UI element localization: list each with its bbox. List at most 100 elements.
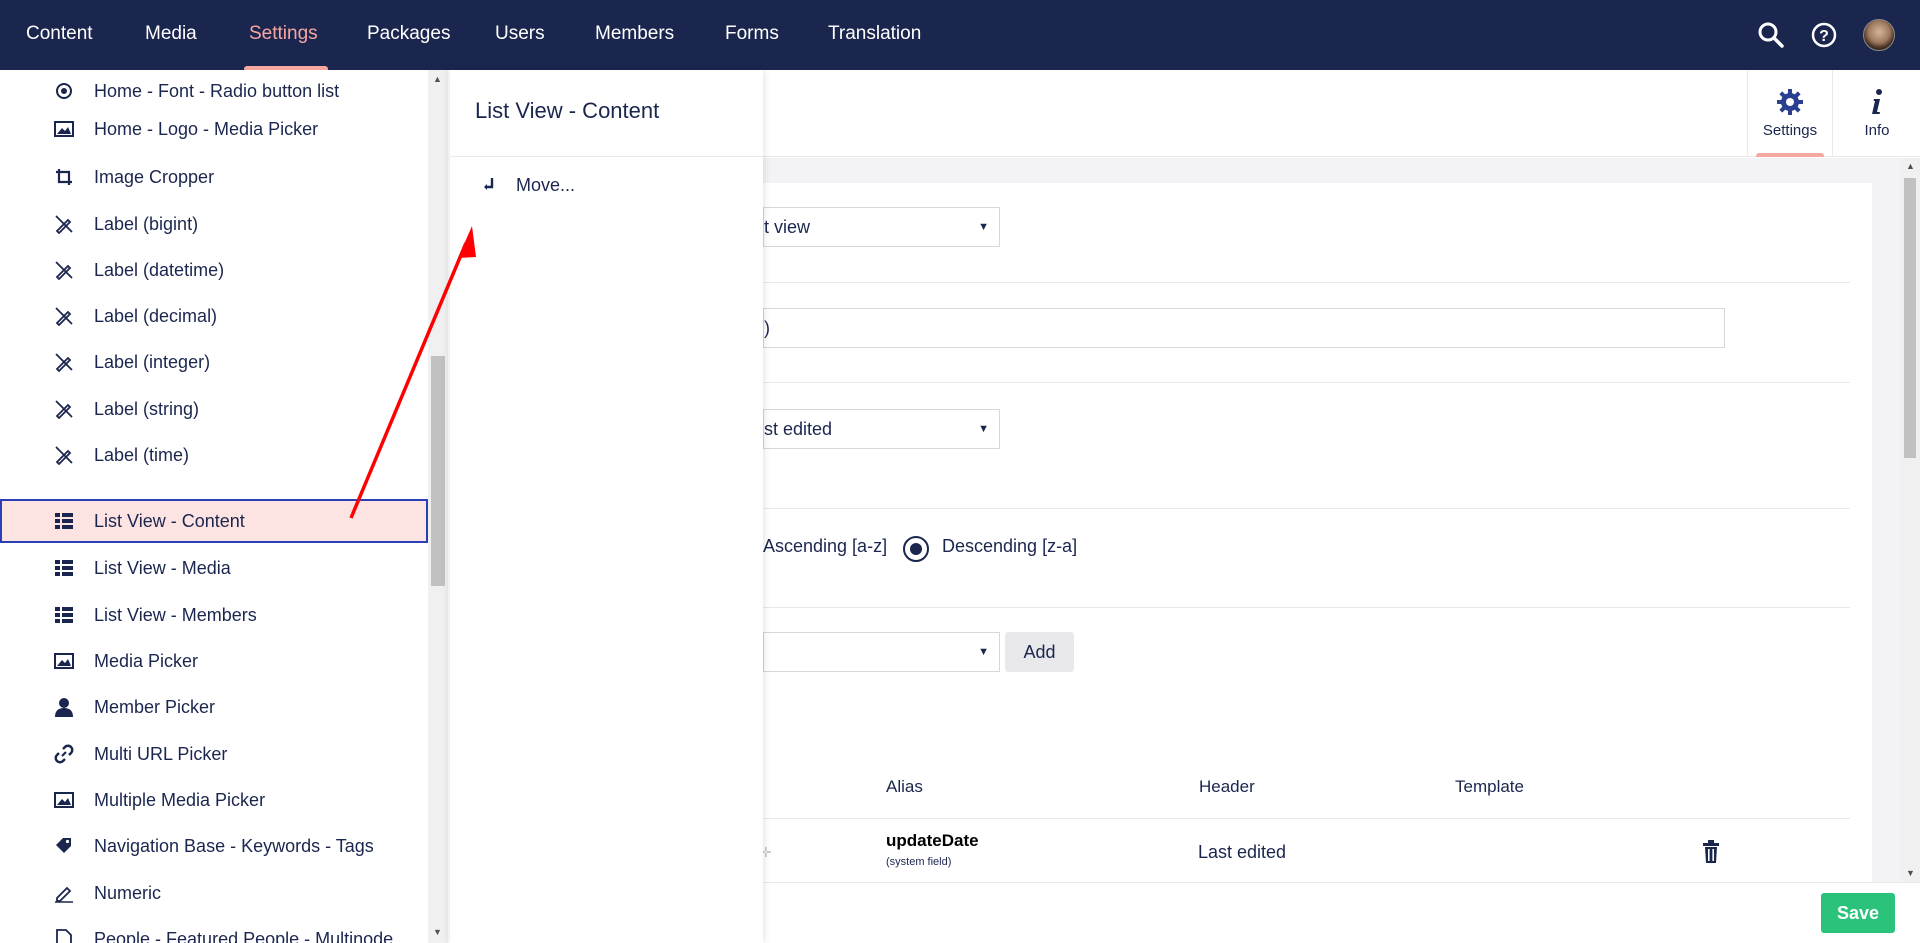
tab-info-label: Info — [1864, 122, 1890, 139]
help-icon[interactable]: ? — [1809, 20, 1839, 50]
list-icon — [53, 510, 75, 532]
radio-selected-dot — [910, 543, 922, 555]
tree-item[interactable]: Label (decimal) — [0, 295, 428, 337]
order-by-select[interactable]: st edited ▼ — [763, 409, 1000, 449]
tree-item[interactable]: List View - Media — [0, 547, 428, 589]
tree-item-label: Label (string) — [94, 398, 200, 419]
row-header-field[interactable]: Last edited — [1198, 832, 1428, 872]
pencil-icon — [53, 882, 75, 904]
editor-footer — [763, 882, 1920, 943]
add-button[interactable]: Add — [1005, 632, 1074, 672]
editor-scrollbar[interactable]: ▲ ▼ — [1900, 158, 1920, 882]
save-button[interactable]: Save — [1821, 893, 1895, 933]
layout-select[interactable]: t view ▼ — [763, 207, 1000, 247]
editor-panel — [763, 183, 1872, 882]
column-header-template: Template — [1455, 777, 1524, 796]
tree-item[interactable]: Label (datetime) — [0, 249, 428, 291]
tree-item[interactable]: List View - Members — [0, 594, 428, 636]
list-icon — [53, 557, 75, 579]
tree-item-label: People - Featured People - Multinode — [94, 928, 394, 943]
row-alias-note: (system field) — [886, 856, 952, 868]
tree-item-label: Image Cropper — [94, 166, 215, 187]
search-icon[interactable] — [1756, 20, 1786, 50]
divider — [763, 508, 1850, 509]
pencil-off-icon — [53, 259, 75, 281]
pencil-off-icon — [53, 398, 75, 420]
scroll-down-icon[interactable]: ▼ — [1906, 868, 1915, 878]
tree-item-label: Media Picker — [94, 650, 199, 671]
table-divider — [763, 818, 1850, 819]
tree-item[interactable]: Label (integer) — [0, 341, 428, 383]
nav-media[interactable]: Media — [145, 0, 197, 70]
nav-packages[interactable]: Packages — [367, 0, 450, 70]
tree-item[interactable]: People - Featured People - Multinode — [0, 918, 428, 943]
tree-item[interactable]: Label (string) — [0, 388, 428, 430]
tab-settings-label: Settings — [1762, 122, 1818, 139]
gear-icon — [1776, 88, 1804, 121]
settings-tree: Home - Font - Radio button list Home - L… — [0, 70, 430, 943]
tree-item-label: List View - Members — [94, 604, 257, 625]
descending-label[interactable]: Descending [z-a] — [942, 536, 1077, 557]
chevron-down-icon: ▼ — [978, 423, 989, 435]
nav-settings[interactable]: Settings — [249, 0, 318, 70]
tab-info[interactable]: Info — [1834, 70, 1920, 157]
chevron-down-icon: ▼ — [978, 646, 989, 658]
descending-radio[interactable] — [903, 536, 929, 562]
image-icon — [53, 789, 75, 811]
scroll-down-icon[interactable]: ▼ — [433, 927, 442, 937]
tab-settings[interactable]: Settings — [1747, 70, 1833, 157]
scrollbar-thumb[interactable] — [1904, 178, 1916, 458]
tree-item-label: List View - Content — [94, 510, 245, 531]
pencil-off-icon — [53, 351, 75, 373]
ascending-label[interactable]: Ascending [a-z] — [763, 536, 887, 557]
move-action[interactable]: Move... — [450, 165, 763, 205]
tree-item[interactable]: Media Picker — [0, 640, 428, 682]
scroll-up-icon[interactable]: ▲ — [433, 74, 442, 84]
radio-icon — [53, 80, 75, 102]
crop-icon — [53, 166, 75, 188]
add-property-select[interactable]: ▼ — [763, 632, 1000, 672]
tree-item-selected[interactable]: List View - Content — [0, 499, 428, 543]
tree-scrollbar[interactable]: ▲ ▼ — [428, 70, 448, 943]
order-by-select-value: st edited — [764, 418, 833, 439]
tree-item[interactable]: Member Picker — [0, 686, 428, 728]
move-icon — [483, 177, 495, 194]
tree-item[interactable]: Label (bigint) — [0, 203, 428, 245]
tree-item[interactable]: Label (time) — [0, 434, 428, 476]
tree-item[interactable]: Home - Font - Radio button list — [0, 70, 428, 112]
pencil-off-icon — [53, 213, 75, 235]
link-icon — [53, 743, 75, 765]
tree-item[interactable]: Multiple Media Picker — [0, 779, 428, 821]
tab-active-indicator — [1756, 153, 1824, 157]
tree-item-label: Multiple Media Picker — [94, 789, 266, 810]
tree-item-label: Label (bigint) — [94, 213, 199, 234]
divider — [450, 156, 763, 157]
nav-content[interactable]: Content — [26, 0, 93, 70]
column-header-header: Header — [1199, 777, 1255, 796]
row-header-value: Last edited — [1198, 841, 1287, 862]
column-header-alias: Alias — [886, 777, 923, 796]
info-icon — [1870, 88, 1884, 121]
tree-item-label: List View - Media — [94, 557, 231, 578]
nav-members[interactable]: Members — [595, 0, 674, 70]
user-icon — [53, 696, 75, 718]
nav-forms[interactable]: Forms — [725, 0, 779, 70]
tags-icon — [53, 835, 75, 857]
avatar[interactable] — [1863, 19, 1895, 51]
tree-item[interactable]: Numeric — [0, 872, 428, 914]
tree-item-label: Label (datetime) — [94, 259, 225, 280]
trash-icon[interactable] — [1701, 840, 1721, 864]
text-field[interactable]: ) — [763, 308, 1725, 348]
tree-item[interactable]: Home - Logo - Media Picker — [0, 108, 428, 150]
scrollbar-thumb[interactable] — [431, 356, 445, 586]
tree-item[interactable]: Multi URL Picker — [0, 733, 428, 775]
tree-item[interactable]: Navigation Base - Keywords - Tags — [0, 825, 428, 867]
nav-translation[interactable]: Translation — [828, 0, 921, 70]
tree-item-label: Label (time) — [94, 444, 190, 465]
nav-users[interactable]: Users — [495, 0, 545, 70]
svg-text:?: ? — [1819, 28, 1829, 45]
tree-item[interactable]: Image Cropper — [0, 156, 428, 198]
scroll-up-icon[interactable]: ▲ — [1906, 161, 1915, 171]
tree-item-label: Multi URL Picker — [94, 743, 228, 764]
move-action-label: Move... — [516, 174, 576, 195]
